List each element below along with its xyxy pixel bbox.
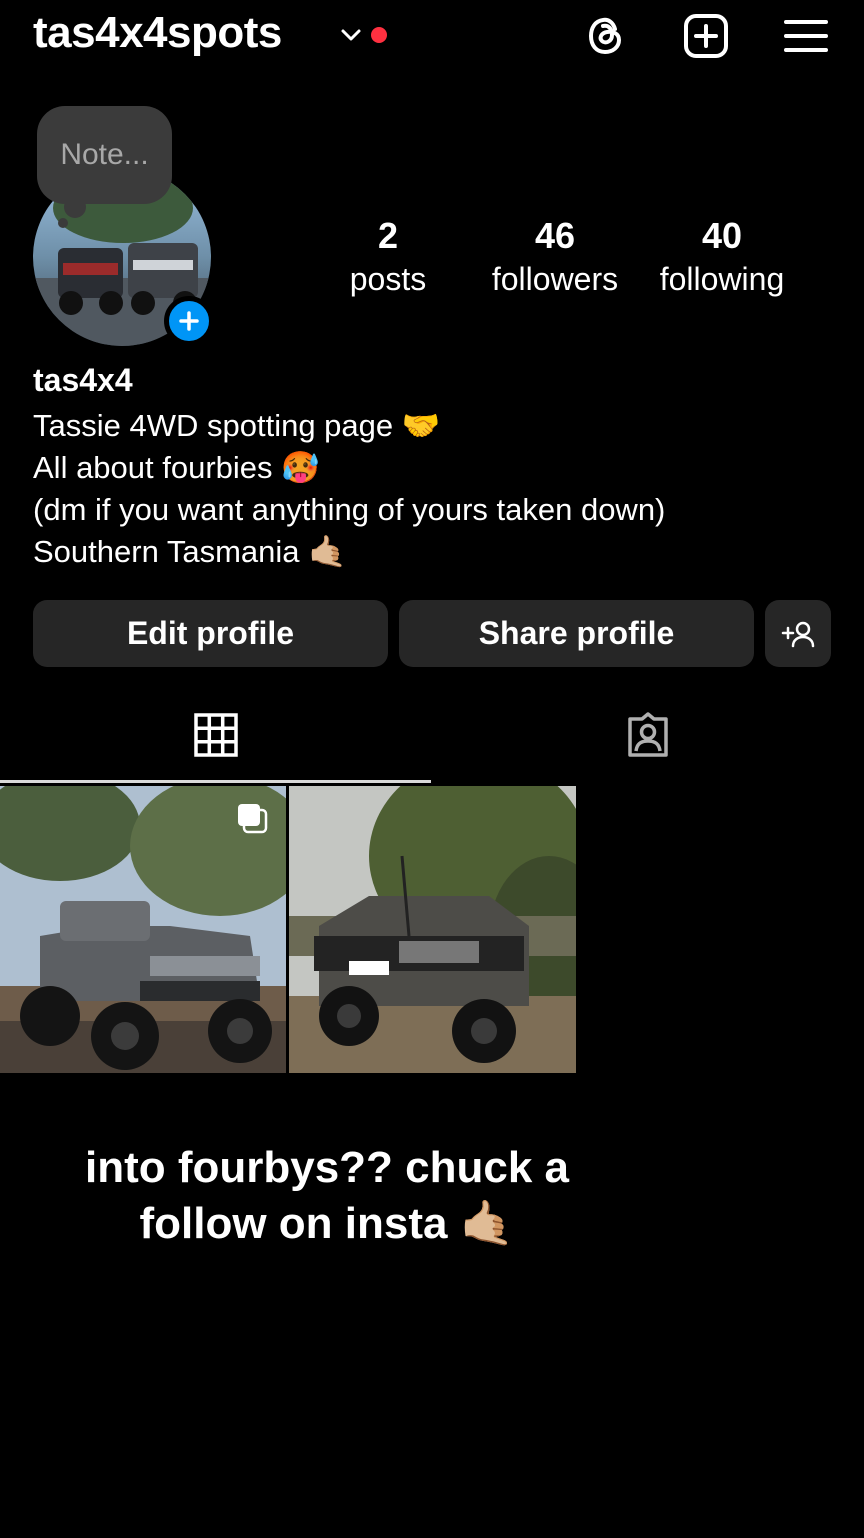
add-person-icon xyxy=(781,621,815,647)
grid-icon xyxy=(193,713,238,757)
stat-following-label: following xyxy=(659,261,785,297)
profile-name: tas4x4 xyxy=(33,362,133,398)
stat-following[interactable]: 40 following xyxy=(637,214,807,300)
discover-people-button[interactable] xyxy=(765,600,831,667)
plus-icon xyxy=(179,311,199,331)
active-tab-indicator xyxy=(0,780,431,783)
post-thumbnail-1[interactable] xyxy=(0,786,286,1073)
video-caption: into fourbys?? chuck a follow on insta 🤙… xyxy=(0,1140,654,1252)
post-thumbnail-2[interactable] xyxy=(289,786,576,1073)
stat-followers-count: 46 xyxy=(534,215,576,256)
note-bubble-tail-small xyxy=(58,218,68,228)
stat-followers[interactable]: 46 followers xyxy=(470,214,640,300)
note-bubble[interactable]: Note... xyxy=(37,106,172,204)
stat-following-count: 40 xyxy=(701,215,743,256)
tagged-icon xyxy=(628,712,668,757)
bio-line-1: Tassie 4WD spotting page 🤝 xyxy=(33,408,441,443)
edit-profile-button[interactable]: Edit profile xyxy=(33,600,388,667)
stat-posts-label: posts xyxy=(349,261,427,297)
add-post-icon[interactable] xyxy=(682,12,730,60)
add-story-button[interactable] xyxy=(164,296,214,346)
carousel-icon xyxy=(238,804,268,834)
threads-icon[interactable] xyxy=(582,12,630,60)
caption-line-1: into fourbys?? chuck a xyxy=(84,1143,570,1192)
share-profile-button[interactable]: Share profile xyxy=(399,600,754,667)
notification-dot xyxy=(371,27,387,43)
tab-grid[interactable] xyxy=(0,686,431,784)
profile-username[interactable]: tas4x4spots xyxy=(33,8,282,58)
bio-line-2: All about fourbies 🥵 xyxy=(33,450,320,485)
menu-icon[interactable] xyxy=(782,12,830,60)
chevron-down-icon[interactable] xyxy=(338,22,364,48)
stat-posts-count: 2 xyxy=(377,215,399,256)
bio-line-3: (dm if you want anything of yours taken … xyxy=(33,492,666,527)
stat-posts[interactable]: 2 posts xyxy=(303,214,473,300)
tab-tagged[interactable] xyxy=(432,686,864,784)
stat-followers-label: followers xyxy=(491,261,619,297)
caption-line-2: follow on insta 🤙🏼 xyxy=(139,1199,515,1248)
bio-line-4: Southern Tasmania 🤙🏼 xyxy=(33,534,347,569)
